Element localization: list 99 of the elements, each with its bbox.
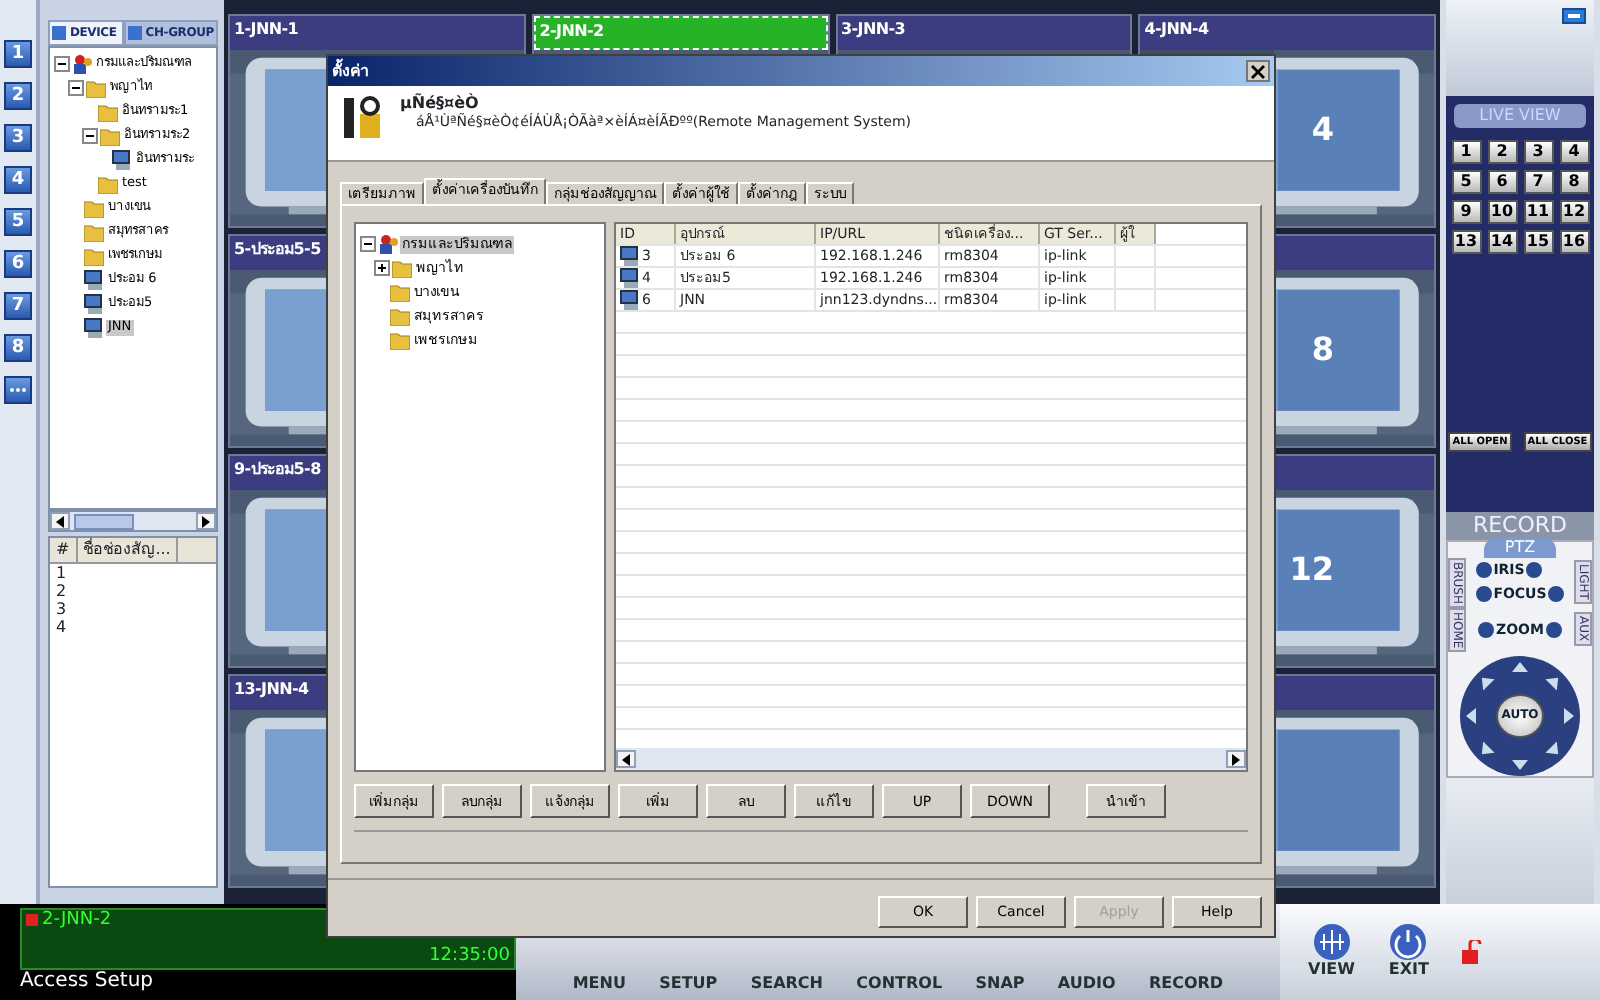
list-row[interactable]: 2 [50,581,216,600]
minus-button[interactable] [1478,621,1495,638]
left-arrow-icon[interactable] [622,753,630,766]
minimize-button[interactable] [1562,8,1586,24]
tile-title: 5-ประอม5-5 [234,240,321,259]
channel-name: 2-JNN-2 [42,910,112,932]
close-icon [1250,63,1266,79]
channel-button[interactable]: 6 [1487,169,1517,194]
close-button[interactable] [1246,60,1270,82]
folder-icon [84,198,104,219]
folder-icon [86,78,106,99]
folder-icon [392,258,412,279]
column-header: # [50,538,78,562]
list-row[interactable]: 4 [50,617,216,636]
channel-button[interactable]: 5 [1451,169,1481,194]
list-row[interactable]: 3 [50,599,216,618]
channel-number: 12 [1289,550,1334,589]
expand-icon[interactable] [374,260,390,277]
channel-button[interactable]: 7 [1523,169,1553,194]
toolbar-button[interactable]: SETUP [659,974,718,994]
folder-icon [390,306,410,327]
folder-icon [390,282,410,303]
minimize-icon [1568,12,1580,20]
page-button[interactable]: 5 [4,208,32,236]
status-message: Access Setup [18,970,156,994]
folder-icon [98,102,118,123]
list-row[interactable]: 1 [50,563,216,582]
plus-button[interactable] [1545,621,1562,638]
horizontal-scrollbar[interactable] [616,748,1246,771]
people-icon [378,234,398,255]
channel-button[interactable]: 2 [1487,139,1517,164]
column-header: ชื่อช่องสัญ... [77,538,179,562]
header-title: µÑé§¤èÒ [400,94,481,113]
collapse-icon[interactable] [54,56,70,73]
computer-icon [84,294,104,315]
toolbar-button[interactable]: SEARCH [750,974,823,994]
tile-title: 9-ประอม5-8 [234,460,321,479]
computer-icon [112,150,132,171]
unlock-icon [1462,940,1483,964]
right-arrow-icon[interactable] [1232,753,1240,766]
tile-header[interactable]: 1-JNN-1 [230,16,524,50]
channel-button[interactable]: 4 [1559,139,1589,164]
tile-header[interactable]: 4-JNN-4 [1140,16,1434,50]
people-icon [72,54,92,75]
channel-button[interactable]: 14 [1487,229,1517,254]
page-button[interactable]: 2 [4,82,32,110]
channel-button[interactable]: 16 [1559,229,1589,254]
channel-button[interactable]: 3 [1523,139,1553,164]
tile-title: 4-JNN-4 [1144,20,1209,38]
channel-button[interactable]: 12 [1559,199,1589,224]
power-icon [1386,924,1431,961]
collapse-icon[interactable] [82,128,98,145]
computer-icon [620,246,640,267]
computer-icon [84,318,104,339]
toolbar-button[interactable]: SNAP [975,974,1025,994]
page-button[interactable]: 1 [4,40,32,68]
collapse-icon[interactable] [68,80,84,97]
tile-title: 1-JNN-1 [234,20,299,38]
page-button[interactable]: 7 [4,292,32,320]
toolbar-button[interactable]: CONTROL [856,974,943,994]
right-arrow-icon[interactable] [202,515,210,528]
folder-icon [390,330,410,351]
toolbar-button[interactable]: MENU [572,974,626,994]
page-button[interactable]: 4 [4,166,32,194]
channel-button[interactable]: 11 [1523,199,1553,224]
computer-icon [84,270,104,291]
left-arrow-icon[interactable] [56,515,64,528]
toolbar-button[interactable]: AUDIO [1057,974,1116,994]
channel-button[interactable]: 13 [1451,229,1481,254]
channel-button[interactable]: 15 [1523,229,1553,254]
clock-time: 12:35:00 [427,946,512,968]
channel-button[interactable]: 1 [1451,139,1481,164]
section-title: LIVE VIEW [1454,104,1586,128]
channel-number: 8 [1311,330,1334,369]
folder-icon [100,126,120,147]
channel-button[interactable]: 9 [1451,199,1481,224]
collapse-icon[interactable] [360,236,376,253]
tile-title: 3-JNN-3 [841,20,906,38]
tile-header[interactable]: 3-JNN-3 [837,16,1131,50]
dialog-title: ตั้งค่า [332,61,368,81]
page-button[interactable]: 6 [4,250,32,278]
channel-number: 4 [1311,110,1334,149]
page-button[interactable]: 3 [4,124,32,152]
grid-icon [1309,924,1354,961]
toolbar-button[interactable]: EXIT [1386,924,1431,980]
toolbar-button[interactable]: VIEW [1308,924,1355,980]
tile-title: 13-JNN-4 [234,680,309,699]
horizontal-scrollbar[interactable] [48,510,218,533]
channel-button[interactable]: 8 [1559,169,1589,194]
tile-title: 2-JNN-2 [539,22,604,40]
more-button[interactable] [4,376,32,404]
folder-icon [84,222,104,243]
page-button[interactable]: 8 [4,334,32,362]
folder-icon [84,246,104,267]
channel-button[interactable]: 10 [1487,199,1517,224]
computer-icon [620,268,640,289]
folder-icon [98,174,118,195]
toolbar-button[interactable]: RECORD [1148,974,1224,994]
computer-icon [620,290,640,311]
